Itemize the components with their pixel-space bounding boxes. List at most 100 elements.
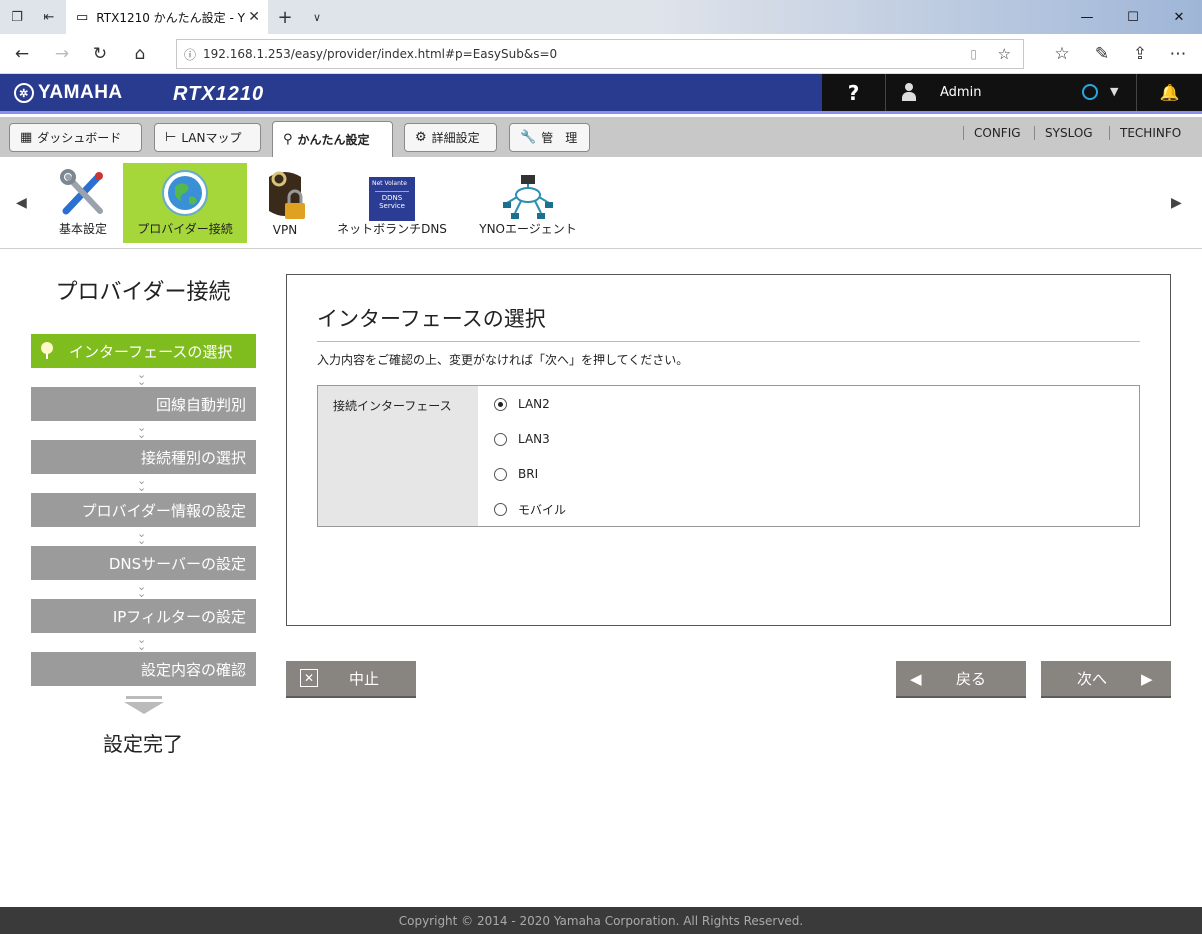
tab-management[interactable]: 🔧 管 理: [509, 123, 590, 152]
more-icon[interactable]: ⋯: [1164, 40, 1192, 68]
radio-label[interactable]: モバイル: [518, 501, 566, 518]
steps-title: プロバイダー接続: [55, 280, 231, 305]
step-provider-info: プロバイダー情報の設定: [31, 493, 256, 527]
share-icon[interactable]: ⇪: [1126, 40, 1154, 68]
tab-label: ダッシュボード: [37, 131, 122, 145]
chevron-down-icon: ⌄ ⌄: [137, 474, 147, 494]
step-dns-server: DNSサーバーの設定: [31, 546, 256, 580]
lan-map-icon: ⊢: [165, 130, 177, 145]
chevron-down-icon: ⌄ ⌄: [137, 580, 147, 600]
radio-option-lan2[interactable]: LAN2: [494, 394, 550, 414]
set-tabs-aside-icon[interactable]: ⇤: [34, 0, 64, 34]
maximize-icon[interactable]: ☐: [1110, 0, 1156, 34]
user-icon[interactable]: [902, 83, 916, 101]
func-yno-agent[interactable]: YNOエージェント: [470, 163, 586, 243]
refresh-icon[interactable]: ↻: [86, 40, 114, 68]
pen-icon[interactable]: ✎: [1088, 40, 1116, 68]
help-button[interactable]: ?: [822, 74, 886, 111]
interface-form: 接続インターフェース LAN2 LAN3 BRI モバイル: [317, 385, 1140, 527]
tab-list-chevron-icon[interactable]: ∨: [302, 0, 332, 34]
techinfo-link[interactable]: TECHINFO: [1109, 126, 1181, 140]
minimize-icon[interactable]: —: [1064, 0, 1110, 34]
tuning-fork-logo-icon: ✲: [14, 83, 34, 103]
func-label: ネットボランチDNS: [337, 222, 447, 236]
back-button[interactable]: ◀ 戻る: [896, 661, 1026, 696]
address-bar[interactable]: ⓘ 192.168.1.253/easy/provider/index.html…: [176, 39, 1024, 69]
new-tab-icon[interactable]: +: [270, 0, 300, 34]
vpn-lock-icon: [269, 171, 305, 219]
site-info-icon[interactable]: ⓘ: [177, 46, 203, 63]
field-label: 接続インターフェース: [318, 386, 478, 526]
func-label: VPN: [272, 223, 298, 237]
tab-easy-setup[interactable]: ⚲ かんたん設定: [272, 121, 393, 157]
chevron-down-icon: ⌄ ⌄: [137, 368, 147, 388]
close-window-icon[interactable]: ✕: [1156, 0, 1202, 34]
tab-advanced-settings[interactable]: ⚙ 詳細設定: [404, 123, 497, 152]
func-label: 基本設定: [58, 222, 107, 236]
scroll-right-arrow-icon[interactable]: ▶: [1171, 195, 1182, 211]
user-name[interactable]: Admin: [940, 85, 981, 100]
back-label: 戻る: [956, 670, 987, 688]
radio-option-bri[interactable]: BRI: [494, 464, 538, 484]
status-circle-icon[interactable]: [1082, 84, 1098, 100]
step-interface-selection: インターフェースの選択: [31, 334, 256, 368]
radio-button[interactable]: [494, 502, 507, 516]
radio-label[interactable]: LAN2: [518, 397, 550, 411]
cancel-button[interactable]: ✕ 中止: [286, 661, 416, 696]
header-right-panel: ? Admin ▼ 🔔: [822, 74, 1202, 111]
radio-label[interactable]: LAN3: [518, 432, 550, 446]
tab-dashboard[interactable]: ▦ ダッシュボード: [9, 123, 142, 152]
model-name: RTX1210: [173, 83, 265, 105]
wand-icon: ⚲: [283, 132, 293, 147]
radio-button[interactable]: [494, 397, 507, 411]
tab-title: RTX1210 かんたん設定 - Y: [96, 10, 245, 25]
back-arrow-icon[interactable]: ←: [8, 40, 36, 68]
step-label: 回線自動判別: [155, 395, 246, 414]
network-cloud-icon: [503, 175, 553, 219]
favorites-list-icon[interactable]: ☆: [1048, 40, 1076, 68]
func-vpn[interactable]: VPN: [255, 163, 315, 243]
tab-actions-icon[interactable]: ❐: [2, 0, 32, 34]
radio-option-lan3[interactable]: LAN3: [494, 429, 550, 449]
favorite-star-icon[interactable]: ☆: [998, 45, 1011, 63]
app-header: ✲ YAMAHA RTX1210 ? Admin ▼ 🔔: [0, 74, 1202, 114]
func-basic-settings[interactable]: 基本設定: [46, 163, 120, 243]
step-label: インターフェースの選択: [69, 342, 233, 361]
menu-bar: ▦ ダッシュボード ⊢ LANマップ ⚲ かんたん設定 ⚙ 詳細設定 🔧 管 理…: [0, 117, 1202, 157]
reading-view-icon[interactable]: ▯: [970, 47, 977, 61]
tab-close-icon[interactable]: ✕: [248, 9, 260, 25]
config-link[interactable]: CONFIG: [963, 126, 1021, 140]
page-icon: ▭: [76, 9, 89, 25]
copyright-text: Copyright © 2014 - 2020 Yamaha Corporati…: [398, 913, 804, 928]
browser-tab[interactable]: ▭ RTX1210 かんたん設定 - Y ✕: [66, 0, 268, 34]
browser-nav-bar: ← → ↻ ⌂ ⓘ 192.168.1.253/easy/provider/in…: [0, 34, 1202, 74]
step-label: 設定内容の確認: [140, 660, 246, 679]
scroll-left-arrow-icon[interactable]: ◀: [16, 195, 27, 211]
caret-down-icon[interactable]: ▼: [1110, 85, 1118, 98]
title-divider: [317, 341, 1140, 342]
close-box-icon: ✕: [300, 669, 318, 687]
radio-button[interactable]: [494, 432, 507, 446]
home-icon[interactable]: ⌂: [126, 40, 154, 68]
tab-lan-map[interactable]: ⊢ LANマップ: [154, 123, 261, 152]
next-label: 次へ: [1077, 670, 1108, 688]
func-netvolante-dns[interactable]: Net Volante DDNS Service ネットボランチDNS: [330, 163, 454, 243]
step-connection-type: 接続種別の選択: [31, 440, 256, 474]
func-provider-connection[interactable]: プロバイダー接続: [123, 163, 247, 243]
radio-option-mobile[interactable]: モバイル: [494, 499, 566, 519]
main-panel: インターフェースの選択 入力内容をご確認の上、変更がなければ「次へ」を押してくだ…: [286, 274, 1171, 626]
globe-icon: [162, 170, 208, 216]
radio-button[interactable]: [494, 467, 507, 481]
tab-label: 詳細設定: [431, 131, 480, 145]
radio-label[interactable]: BRI: [518, 467, 538, 481]
triangle-right-icon: ▶: [1141, 669, 1153, 688]
forward-arrow-icon[interactable]: →: [48, 40, 76, 68]
yamaha-logo: ✲ YAMAHA: [14, 82, 123, 104]
next-button[interactable]: 次へ ▶: [1041, 661, 1171, 696]
syslog-link[interactable]: SYSLOG: [1034, 126, 1093, 140]
ddns-service-icon: Net Volante DDNS Service: [369, 177, 415, 221]
bell-icon[interactable]: 🔔: [1136, 74, 1202, 111]
setup-complete-label: 設定完了: [103, 732, 183, 756]
tab-label: LANマップ: [181, 131, 242, 145]
page-title: インターフェースの選択: [317, 307, 546, 331]
